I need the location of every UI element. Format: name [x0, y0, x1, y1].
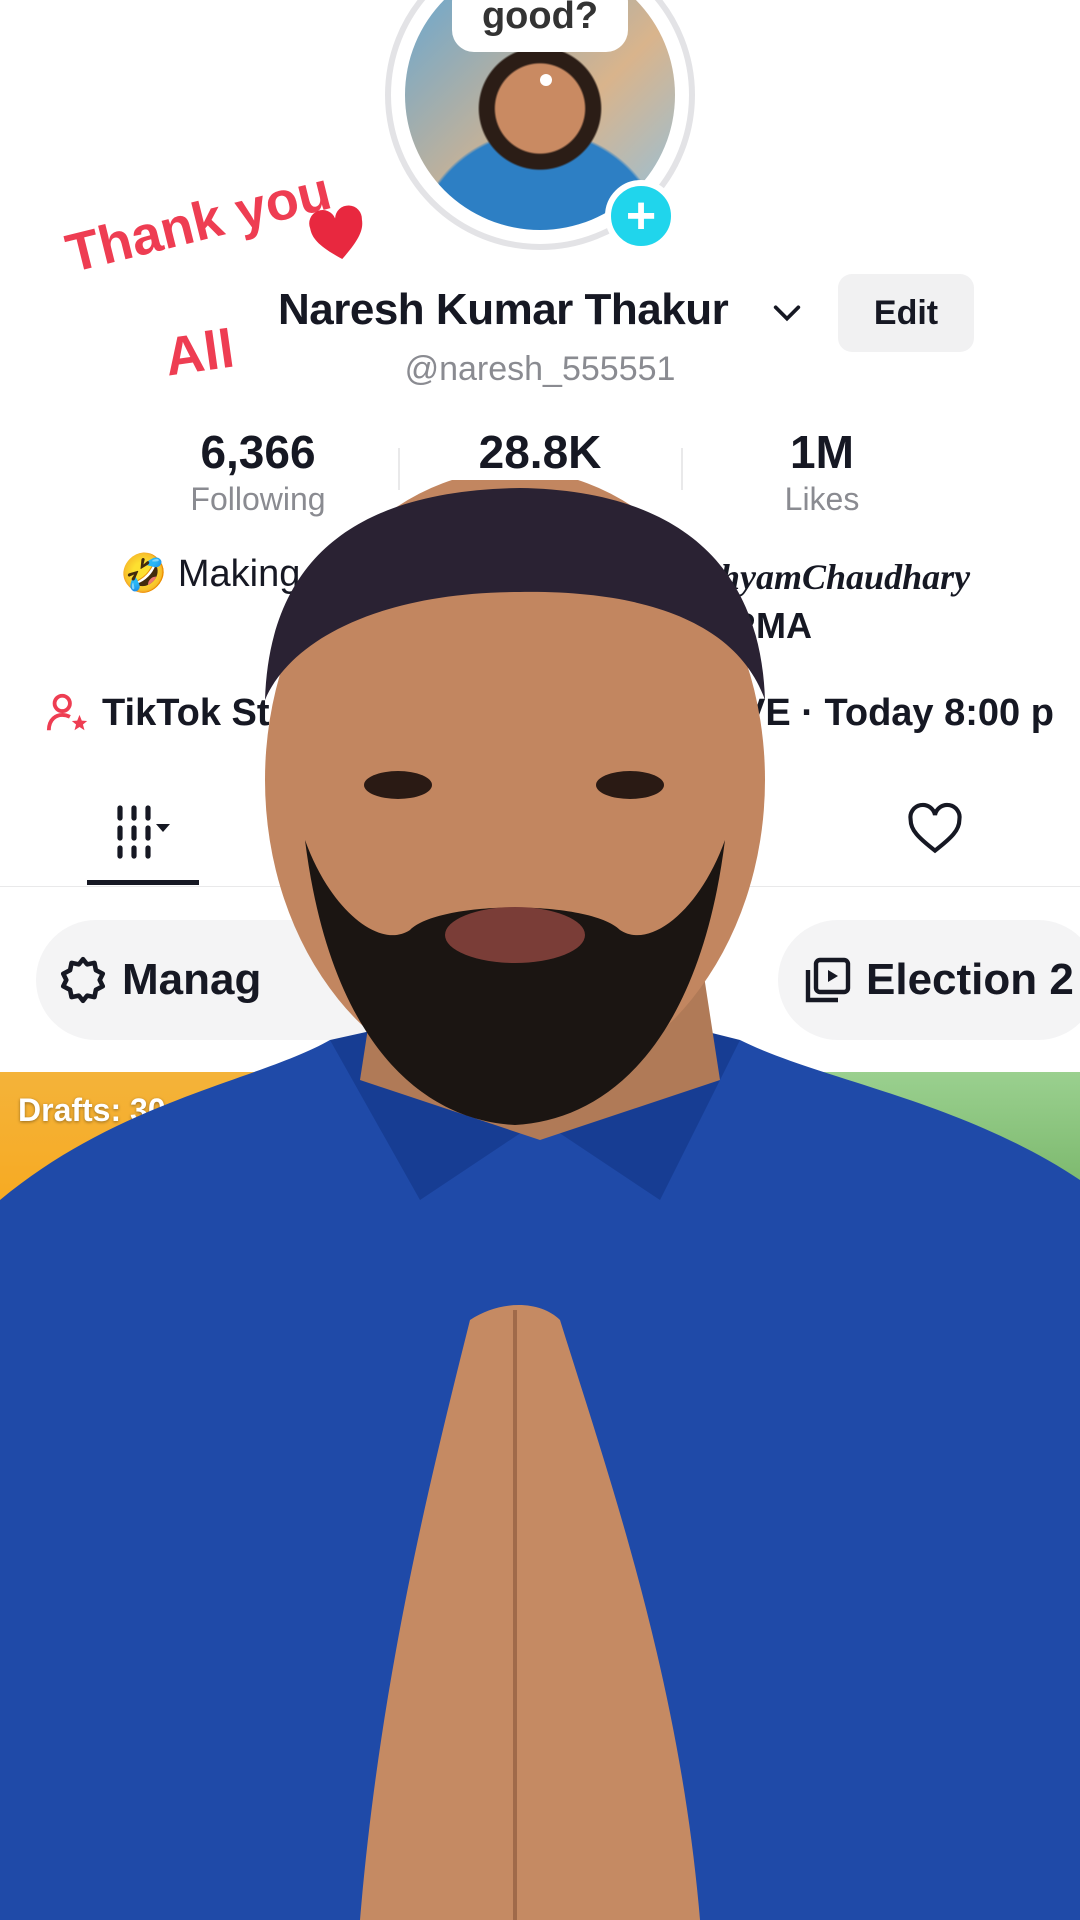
- stat-value: 1M: [790, 426, 854, 478]
- profile-name[interactable]: Naresh Kumar Thakur: [278, 285, 729, 335]
- status-bubble: good?: [452, 0, 628, 52]
- stat-value: 6,366: [200, 426, 316, 478]
- plus-icon: +: [625, 187, 657, 245]
- edit-profile-button[interactable]: Edit: [838, 274, 974, 352]
- add-avatar-button[interactable]: +: [605, 180, 677, 252]
- person-overlay-image: [0, 480, 1080, 1920]
- stat-value: 28.8K: [478, 426, 602, 478]
- bubble-tail: [540, 74, 552, 86]
- chevron-down-icon[interactable]: [770, 296, 804, 330]
- thank-you-sticker: Thank you: [60, 160, 337, 285]
- heart-sticker-icon: [309, 205, 363, 260]
- profile-handle: @naresh_555551: [404, 350, 676, 388]
